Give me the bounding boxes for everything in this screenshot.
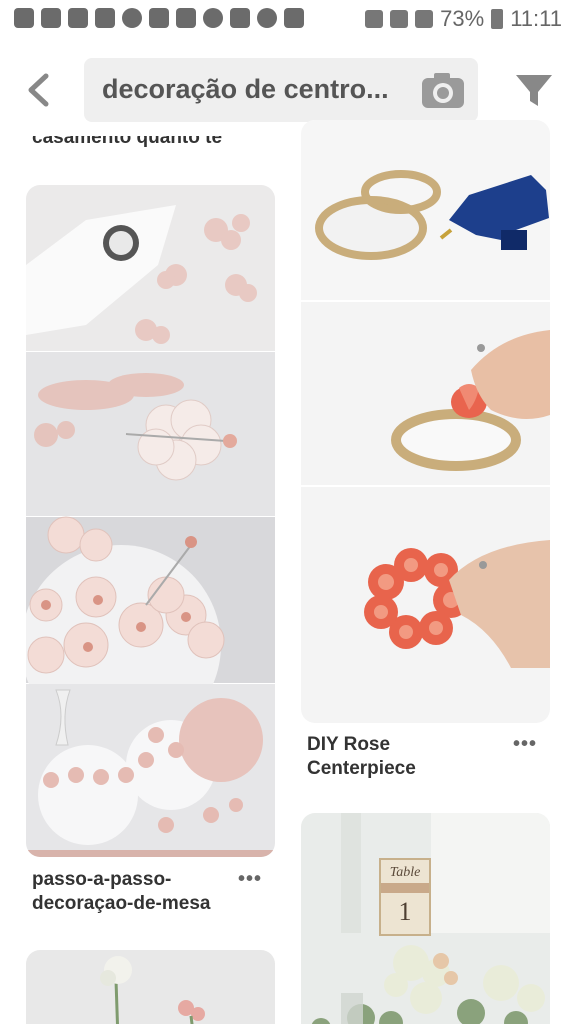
camera-icon <box>422 73 464 108</box>
signal-icon <box>415 10 434 28</box>
chevron-left-icon <box>28 73 49 107</box>
bluetooth-icon <box>365 10 384 28</box>
battery-icon <box>491 9 504 29</box>
cloud-icon <box>122 8 142 28</box>
pin-title[interactable]: passo-a-passo- decoraçao-de-mesa <box>32 868 242 916</box>
pin-3-photo <box>26 950 275 1024</box>
back-button[interactable] <box>20 70 56 110</box>
pin-title[interactable]: DIY Rose Centerpiece <box>307 733 497 781</box>
notification-icons <box>14 8 304 28</box>
filter-button[interactable] <box>514 70 554 110</box>
email-icon <box>230 8 250 28</box>
pin-title-line: Centerpiece <box>307 758 416 779</box>
pin-4-photo <box>301 813 550 1024</box>
pin-title-cutoff: casamento quanto te <box>32 127 223 148</box>
pin-title-line: decoraçao-de-mesa <box>32 893 211 914</box>
document-icon <box>41 8 61 28</box>
pin-image-diy-rose-centerpiece[interactable] <box>301 120 550 723</box>
usb-icon <box>149 8 169 28</box>
more-options-button[interactable]: ••• <box>238 868 262 891</box>
pin-title-line: DIY Rose <box>307 734 391 755</box>
youtube-icon <box>284 8 304 28</box>
pin-2-photo <box>301 120 550 723</box>
voicemail-icon <box>203 8 223 28</box>
clock: 11:11 <box>510 6 562 31</box>
filter-icon <box>516 75 552 106</box>
visual-search-button[interactable] <box>420 70 466 110</box>
search-query: decoração de centro... <box>102 74 389 104</box>
facebook-icon <box>68 8 88 28</box>
search-input[interactable]: decoração de centro... <box>84 58 478 122</box>
battery-percent: 73% <box>440 6 485 31</box>
table-card-number: 1 <box>398 897 412 926</box>
more-options-button[interactable]: ••• <box>513 733 537 756</box>
pin-image-table-number-centerpiece[interactable]: Table 1 <box>301 813 550 1024</box>
image-icon <box>95 8 115 28</box>
pin-1-photo <box>26 185 275 857</box>
table-card-label: Table <box>389 865 421 880</box>
wifi-icon <box>390 10 409 28</box>
status-bar: 73% 11:11 <box>0 0 576 38</box>
message-icon <box>14 8 34 28</box>
app-icon <box>176 8 196 28</box>
pin-title-line: passo-a-passo- <box>32 869 172 890</box>
pin-image-flowers-vase[interactable] <box>26 950 275 1024</box>
pin-image-paper-flower-ball[interactable] <box>26 185 275 857</box>
browser-icon <box>257 8 277 28</box>
